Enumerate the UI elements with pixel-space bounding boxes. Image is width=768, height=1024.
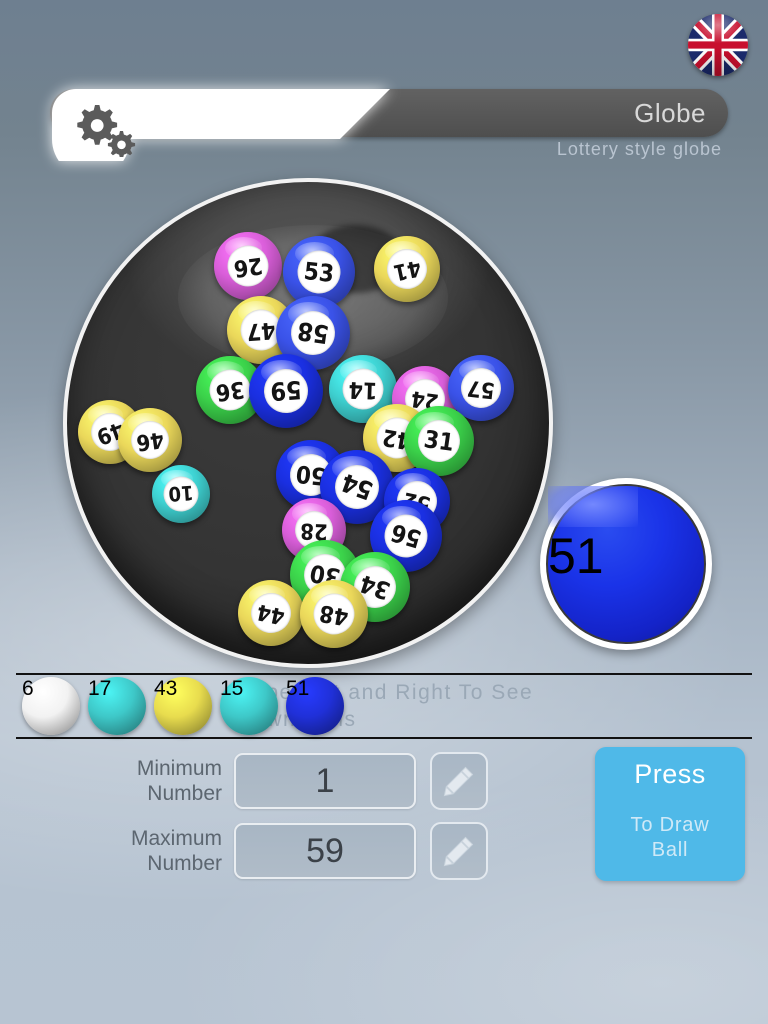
maximum-label-line2: Number — [147, 852, 222, 875]
minimum-number-field[interactable]: 1 — [234, 753, 416, 809]
page-subtitle: Lottery style globe — [556, 139, 722, 159]
minimum-number-value: 1 — [315, 761, 335, 800]
ball-number: 14 — [348, 376, 378, 403]
ball-number: 43 — [154, 677, 178, 700]
ball-number: 10 — [167, 481, 195, 507]
ball-number: 53 — [302, 256, 336, 288]
draw-ball-button[interactable]: Press To Draw Ball — [595, 747, 745, 881]
ball-face: 6 — [22, 677, 57, 712]
drawn-ball-highlight — [548, 486, 639, 527]
globe-ball: 10 — [152, 465, 210, 523]
ball-number: 51 — [286, 677, 310, 700]
latest-drawn-ball[interactable]: 51 — [540, 478, 712, 650]
ball-number: 36 — [214, 375, 247, 406]
header-bar: Globe Lottery style globe — [50, 89, 728, 161]
globe-ball: 46 — [118, 408, 182, 472]
pencil-icon — [443, 836, 474, 867]
ball-number: 28 — [299, 517, 329, 544]
minimum-label-line1: Minimum — [136, 757, 222, 780]
minimum-number-label: Minimum Number — [88, 756, 222, 806]
drawn-ball-thumb[interactable]: 6 — [22, 677, 80, 735]
maximum-number-label: Maximum Number — [88, 826, 222, 876]
ball-face: 17 — [88, 677, 123, 712]
minimum-number-row: Minimum Number 1 — [88, 752, 488, 810]
draw-button-sub-label: To Draw Ball — [631, 813, 710, 863]
flag-gloss — [688, 14, 748, 76]
ball-face: 15 — [220, 677, 255, 712]
drawn-ball-face: 51 — [548, 527, 645, 624]
ball-number: 57 — [465, 374, 496, 403]
united-kingdom-flag-icon[interactable] — [688, 14, 748, 76]
draw-button-main-label: Press — [634, 759, 706, 789]
ball-number: 56 — [387, 518, 425, 554]
ball-number: 54 — [337, 468, 377, 506]
maximum-edit-button[interactable] — [430, 822, 488, 880]
ball-number: 47 — [245, 316, 277, 345]
pencil-icon — [443, 766, 474, 797]
draw-button-sub-line2: Ball — [651, 839, 689, 861]
globe-ball: 41 — [374, 236, 440, 302]
drawn-ball-thumb[interactable]: 43 — [154, 677, 212, 735]
globe-ball: 44 — [238, 580, 304, 646]
globe-ball: 26 — [214, 232, 282, 300]
ball-number: 48 — [317, 599, 351, 630]
ball-face: 14 — [341, 367, 385, 411]
globe-ball: 59 — [249, 354, 323, 428]
lottery-globe[interactable]: 2653414758365914245749464231105054525628… — [63, 178, 553, 668]
ball-face: 10 — [162, 475, 200, 513]
maximum-number-value: 59 — [306, 831, 344, 870]
minimum-edit-button[interactable] — [430, 752, 488, 810]
ball-number: 46 — [134, 426, 166, 455]
ball-number: 59 — [269, 375, 303, 407]
minimum-label-line2: Number — [147, 782, 222, 805]
ball-number: 6 — [22, 677, 34, 700]
maximum-number-field[interactable]: 59 — [234, 823, 416, 879]
ball-face: 43 — [154, 677, 189, 712]
drawn-ball-number: 51 — [548, 527, 604, 584]
globe-ball: 31 — [404, 406, 474, 476]
ball-number: 31 — [422, 425, 456, 457]
ball-number: 41 — [391, 254, 424, 285]
maximum-label-line1: Maximum — [130, 827, 222, 850]
ball-number: 44 — [254, 598, 287, 629]
ball-number: 26 — [232, 251, 265, 282]
ball-number: 15 — [220, 677, 244, 700]
drawn-balls-strip[interactable]: Swipe Left and Right To See Drawn Balls … — [16, 673, 752, 739]
maximum-number-row: Maximum Number 59 — [88, 822, 488, 880]
ball-face: 51 — [286, 677, 321, 712]
ball-number: 58 — [295, 316, 331, 350]
drawn-ball-body: 51 — [546, 484, 706, 644]
ball-number: 17 — [88, 677, 112, 700]
globe-ball: 48 — [300, 580, 368, 648]
drawn-ball-thumb[interactable]: 17 — [88, 677, 146, 735]
draw-button-sub-line1: To Draw — [630, 814, 710, 836]
drawn-ball-thumb[interactable]: 51 — [286, 677, 344, 735]
drawn-ball-thumb[interactable]: 15 — [220, 677, 278, 735]
page-title: Globe — [634, 98, 706, 128]
ball-face: 59 — [262, 367, 310, 415]
